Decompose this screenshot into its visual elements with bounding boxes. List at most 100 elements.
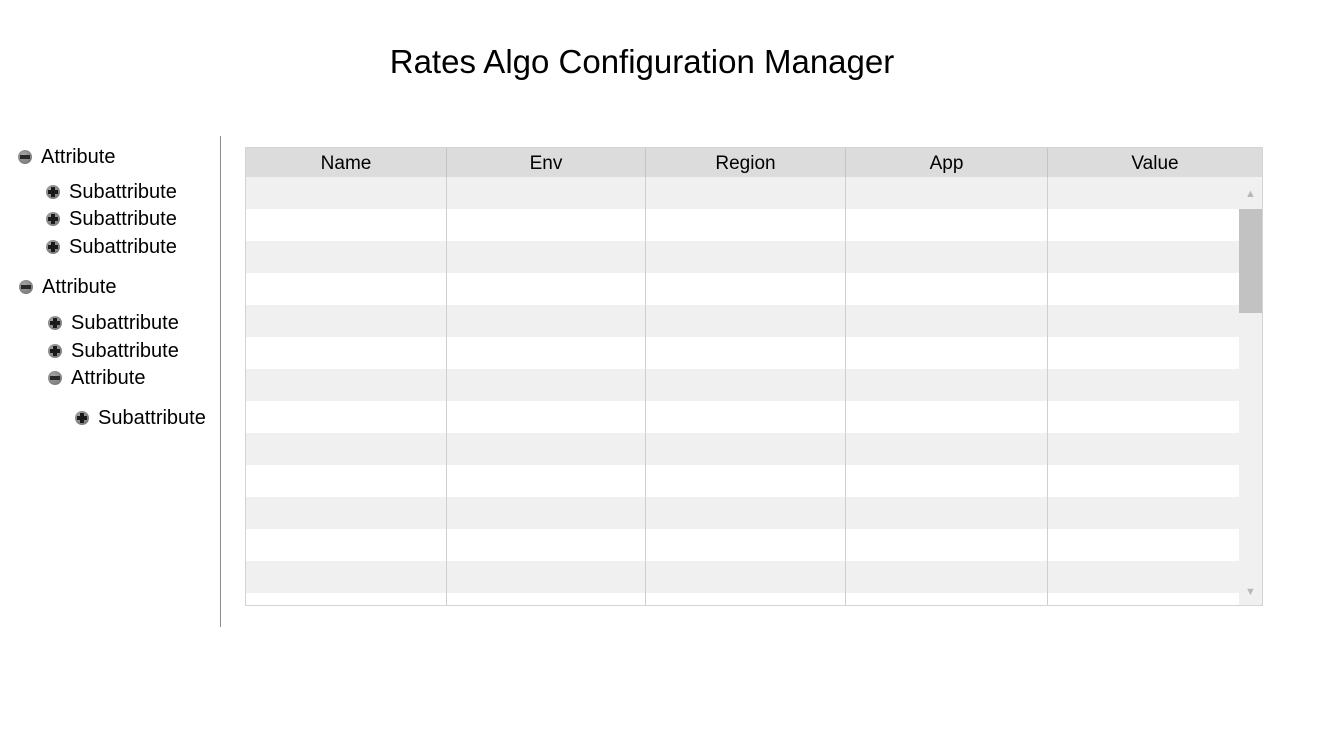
- table-row[interactable]: [246, 497, 1239, 529]
- table-cell[interactable]: [246, 433, 447, 465]
- table-cell[interactable]: [1048, 561, 1239, 593]
- table-cell[interactable]: [646, 209, 846, 241]
- table-cell[interactable]: [646, 305, 846, 337]
- table-cell[interactable]: [846, 529, 1048, 561]
- table-cell[interactable]: [846, 305, 1048, 337]
- table-cell[interactable]: [1048, 241, 1239, 273]
- table-cell[interactable]: [1048, 177, 1239, 209]
- plus-circle-icon[interactable]: [46, 185, 60, 199]
- minus-circle-icon[interactable]: [48, 371, 62, 385]
- table-cell[interactable]: [646, 273, 846, 305]
- column-header-env[interactable]: Env: [447, 148, 646, 177]
- table-row[interactable]: [246, 561, 1239, 593]
- column-header-value[interactable]: Value: [1048, 148, 1262, 177]
- table-cell[interactable]: [646, 369, 846, 401]
- table-cell[interactable]: [246, 369, 447, 401]
- table-cell[interactable]: [246, 529, 447, 561]
- table-cell[interactable]: [846, 561, 1048, 593]
- scroll-thumb[interactable]: [1239, 209, 1262, 313]
- column-header-name[interactable]: Name: [246, 148, 447, 177]
- table-cell[interactable]: [447, 465, 646, 497]
- tree-node-subattribute[interactable]: Subattribute: [46, 207, 177, 231]
- table-cell[interactable]: [1048, 369, 1239, 401]
- table-row[interactable]: [246, 465, 1239, 497]
- table-cell[interactable]: [846, 593, 1048, 605]
- table-cell[interactable]: [646, 177, 846, 209]
- table-row[interactable]: [246, 433, 1239, 465]
- minus-circle-icon[interactable]: [18, 150, 32, 164]
- table-cell[interactable]: [846, 369, 1048, 401]
- table-cell[interactable]: [846, 273, 1048, 305]
- table-cell[interactable]: [447, 529, 646, 561]
- table-cell[interactable]: [646, 241, 846, 273]
- table-cell[interactable]: [846, 209, 1048, 241]
- scroll-down-arrow-icon[interactable]: ▼: [1239, 577, 1262, 605]
- tree-node-attribute[interactable]: Attribute: [18, 145, 115, 169]
- table-cell[interactable]: [447, 561, 646, 593]
- table-cell[interactable]: [246, 561, 447, 593]
- table-cell[interactable]: [447, 305, 646, 337]
- table-row[interactable]: [246, 593, 1239, 605]
- table-cell[interactable]: [1048, 305, 1239, 337]
- table-row[interactable]: [246, 241, 1239, 273]
- table-cell[interactable]: [246, 209, 447, 241]
- table-cell[interactable]: [246, 273, 447, 305]
- table-cell[interactable]: [646, 561, 846, 593]
- table-cell[interactable]: [246, 465, 447, 497]
- tree-node-subattribute[interactable]: Subattribute: [46, 235, 177, 259]
- table-cell[interactable]: [1048, 209, 1239, 241]
- plus-circle-icon[interactable]: [46, 212, 60, 226]
- table-cell[interactable]: [447, 593, 646, 605]
- column-header-region[interactable]: Region: [646, 148, 846, 177]
- table-row[interactable]: [246, 369, 1239, 401]
- table-cell[interactable]: [646, 401, 846, 433]
- table-cell[interactable]: [447, 401, 646, 433]
- table-cell[interactable]: [246, 593, 447, 605]
- table-cell[interactable]: [646, 497, 846, 529]
- table-row[interactable]: [246, 305, 1239, 337]
- table-cell[interactable]: [846, 465, 1048, 497]
- table-cell[interactable]: [846, 241, 1048, 273]
- tree-node-attribute[interactable]: Attribute: [48, 366, 145, 390]
- table-cell[interactable]: [646, 529, 846, 561]
- table-cell[interactable]: [447, 209, 646, 241]
- table-cell[interactable]: [447, 177, 646, 209]
- table-cell[interactable]: [447, 241, 646, 273]
- plus-circle-icon[interactable]: [48, 316, 62, 330]
- table-cell[interactable]: [246, 177, 447, 209]
- table-cell[interactable]: [246, 337, 447, 369]
- table-cell[interactable]: [1048, 401, 1239, 433]
- table-row[interactable]: [246, 177, 1239, 209]
- table-cell[interactable]: [846, 177, 1048, 209]
- table-cell[interactable]: [246, 241, 447, 273]
- table-cell[interactable]: [646, 433, 846, 465]
- plus-circle-icon[interactable]: [48, 344, 62, 358]
- plus-circle-icon[interactable]: [75, 411, 89, 425]
- table-row[interactable]: [246, 273, 1239, 305]
- table-cell[interactable]: [846, 497, 1048, 529]
- minus-circle-icon[interactable]: [19, 280, 33, 294]
- table-cell[interactable]: [246, 305, 447, 337]
- table-cell[interactable]: [1048, 273, 1239, 305]
- tree-node-subattribute[interactable]: Subattribute: [46, 180, 177, 204]
- table-cell[interactable]: [1048, 497, 1239, 529]
- table-cell[interactable]: [246, 497, 447, 529]
- table-cell[interactable]: [646, 337, 846, 369]
- tree-node-attribute[interactable]: Attribute: [19, 275, 116, 299]
- table-cell[interactable]: [1048, 593, 1239, 605]
- table-cell[interactable]: [846, 401, 1048, 433]
- scroll-up-arrow-icon[interactable]: ▲: [1239, 179, 1262, 209]
- table-cell[interactable]: [1048, 433, 1239, 465]
- vertical-scrollbar[interactable]: ▲ ▼: [1239, 177, 1262, 605]
- table-row[interactable]: [246, 401, 1239, 433]
- table-cell[interactable]: [1048, 529, 1239, 561]
- column-header-app[interactable]: App: [846, 148, 1048, 177]
- table-cell[interactable]: [447, 337, 646, 369]
- tree-divider[interactable]: [220, 136, 221, 627]
- table-cell[interactable]: [447, 273, 646, 305]
- tree-node-subattribute[interactable]: Subattribute: [48, 339, 179, 363]
- table-cell[interactable]: [447, 433, 646, 465]
- table-cell[interactable]: [447, 369, 646, 401]
- table-cell[interactable]: [646, 465, 846, 497]
- table-row[interactable]: [246, 337, 1239, 369]
